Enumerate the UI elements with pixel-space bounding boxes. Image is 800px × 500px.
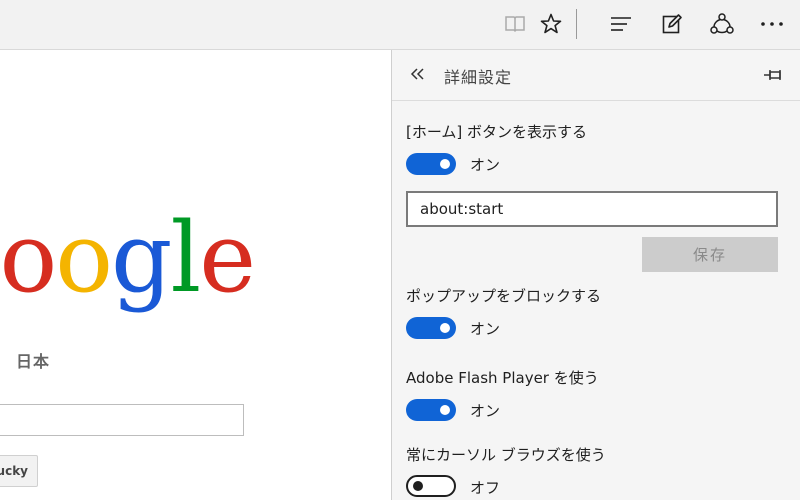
browser-toolbar [0,0,800,50]
save-button[interactable]: 保存 [642,237,778,272]
caret-browsing-toggle[interactable] [406,475,456,497]
pin-icon[interactable] [762,64,784,86]
home-button-toggle[interactable] [406,153,456,175]
home-button-toggle-state: オン [470,156,501,174]
more-icon[interactable] [758,10,786,38]
google-logo: google [0,210,256,306]
home-button-setting-label: [ホーム] ボタンを表示する [406,123,588,141]
flash-player-toggle[interactable] [406,399,456,421]
favorite-star-icon[interactable] [537,10,565,38]
panel-title: 詳細設定 [444,68,513,87]
toolbar-separator [576,9,577,39]
logo-letter: l [170,202,202,314]
share-icon[interactable] [708,10,736,38]
logo-letter: o [0,202,57,314]
logo-letter: o [55,202,113,314]
panel-header: 詳細設定 [392,50,800,101]
reading-view-icon[interactable] [501,10,529,38]
home-url-input[interactable] [406,191,778,227]
logo-letter: e [199,202,256,314]
lucky-button[interactable]: Lucky [0,455,38,487]
flash-player-setting-label: Adobe Flash Player を使う [406,369,599,387]
popup-block-toggle[interactable] [406,317,456,339]
web-page: google 日本 Lucky [0,50,391,500]
caret-browsing-setting-label: 常にカーソル ブラウズを使う [406,446,606,464]
logo-letter: g [111,202,172,314]
advanced-settings-panel: 詳細設定 [ホーム] ボタンを表示する オン 保存 ポップアップをブロックする … [391,50,800,500]
web-note-icon[interactable] [658,10,686,38]
back-chevron-icon[interactable] [406,62,430,86]
hub-icon[interactable] [607,10,635,38]
flash-player-toggle-state: オン [470,402,501,420]
popup-block-toggle-state: オン [470,320,501,338]
search-input[interactable] [0,404,244,436]
popup-block-setting-label: ポップアップをブロックする [406,287,602,305]
caret-browsing-toggle-state: オフ [470,479,501,497]
logo-region-label: 日本 [16,352,51,371]
